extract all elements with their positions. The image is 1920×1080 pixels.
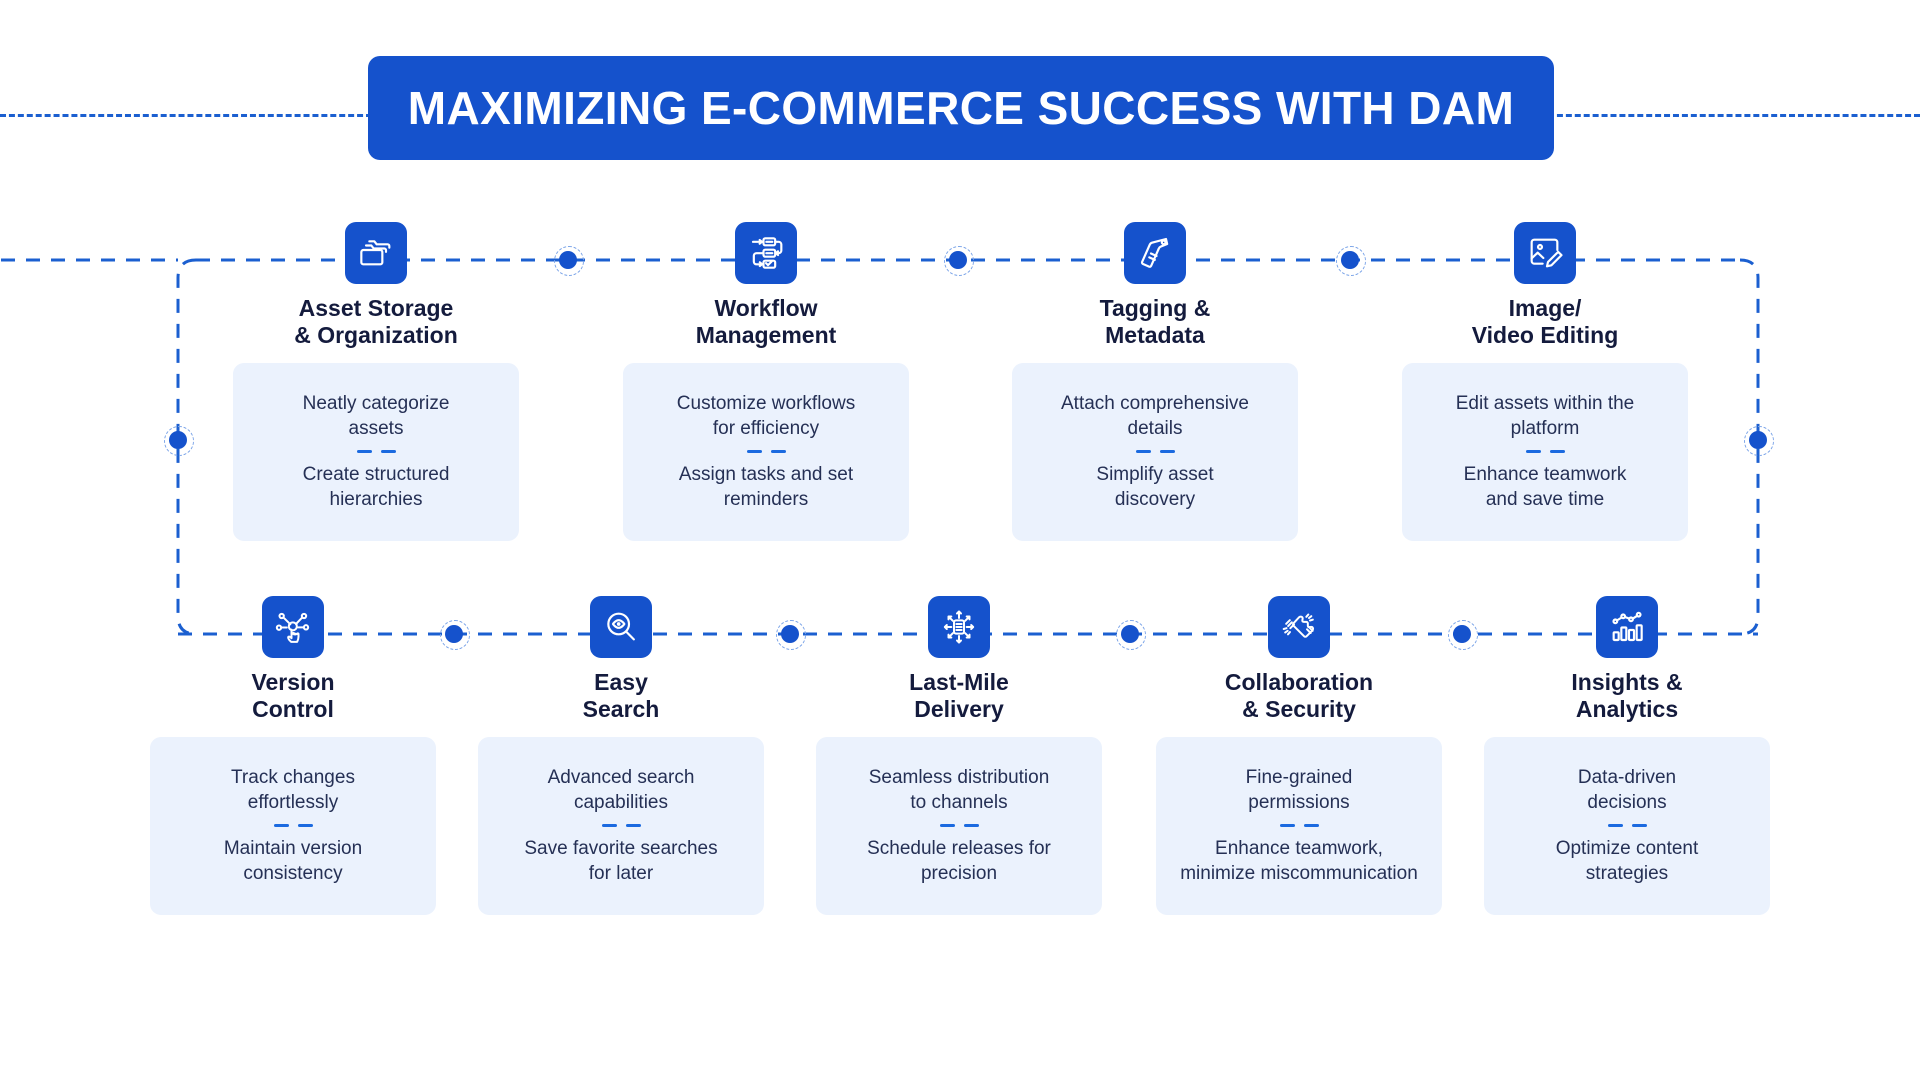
desc-top: Edit assets within the platform xyxy=(1455,393,1635,440)
desc-bottom: Enhance teamwork, minimize miscommunicat… xyxy=(1180,838,1418,885)
infographic-canvas: MAXIMIZING E-COMMERCE SUCCESS WITH DAM A… xyxy=(0,0,1920,1080)
page-title: MAXIMIZING E-COMMERCE SUCCESS WITH DAM xyxy=(407,82,1515,134)
page-title-banner: MAXIMIZING E-COMMERCE SUCCESS WITH DAM xyxy=(368,56,1554,160)
connector-dot-r1-1 xyxy=(554,246,584,276)
desc-divider xyxy=(273,824,313,828)
item-insights-analytics[interactable]: Insights & Analytics Data-driven decisio… xyxy=(1484,596,1770,915)
desc-divider xyxy=(356,450,396,454)
desc-bottom: Simplify asset discovery xyxy=(1096,464,1214,511)
desc-divider xyxy=(746,450,786,454)
desc-top: Fine-grained permissions xyxy=(1245,767,1353,814)
item-description-card: Track changes effortlessly Maintain vers… xyxy=(150,736,436,915)
desc-top: Customize workflows for efficiency xyxy=(676,393,856,440)
desc-top: Seamless distribution to channels xyxy=(868,767,1050,814)
desc-bottom: Enhance teamwork and save time xyxy=(1463,464,1627,511)
item-description-card: Edit assets within the platform Enhance … xyxy=(1402,362,1688,541)
desc-bottom: Schedule releases for precision xyxy=(867,838,1051,885)
desc-top: Advanced search capabilities xyxy=(547,767,695,814)
desc-divider xyxy=(1279,824,1319,828)
workflow-flowchart-icon xyxy=(735,222,797,284)
desc-divider xyxy=(939,824,979,828)
item-title: Asset Storage & Organization xyxy=(294,295,458,348)
connector-dot-r2-1 xyxy=(440,620,470,650)
item-description-card: Seamless distribution to channels Schedu… xyxy=(816,736,1102,915)
folder-stack-icon xyxy=(345,222,407,284)
item-last-mile-delivery[interactable]: Last-Mile Delivery Seamless distribution… xyxy=(816,596,1102,915)
connector-dot-right xyxy=(1744,426,1774,456)
item-easy-search[interactable]: Easy Search Advanced search capabilities… xyxy=(478,596,764,915)
item-title: Last-Mile Delivery xyxy=(909,669,1009,722)
puzzle-hands-icon xyxy=(1268,596,1330,658)
item-title: Collaboration & Security xyxy=(1224,669,1374,722)
item-title: Easy Search xyxy=(582,669,660,722)
item-description-card: Neatly categorize assets Create structur… xyxy=(233,362,519,541)
desc-divider xyxy=(1607,824,1647,828)
bar-chart-line-icon xyxy=(1596,596,1658,658)
item-version-control[interactable]: Version Control Track changes effortless… xyxy=(150,596,436,915)
image-pencil-edit-icon xyxy=(1514,222,1576,284)
item-title: Tagging & Metadata xyxy=(1099,295,1211,348)
desc-divider xyxy=(601,824,641,828)
item-description-card: Attach comprehensive details Simplify as… xyxy=(1012,362,1298,541)
item-image-video-editing[interactable]: Image/ Video Editing Edit assets within … xyxy=(1402,222,1688,541)
connector-dot-r2-4 xyxy=(1448,620,1478,650)
connector-dot-r2-2 xyxy=(776,620,806,650)
desc-bottom: Assign tasks and set reminders xyxy=(678,464,854,511)
item-asset-storage-organization[interactable]: Asset Storage & Organization Neatly cate… xyxy=(233,222,519,541)
desc-bottom: Save favorite searches for later xyxy=(524,838,718,885)
magnifier-eye-icon xyxy=(590,596,652,658)
item-collaboration-security[interactable]: Collaboration & Security Fine-grained pe… xyxy=(1156,596,1442,915)
document-distribute-arrows-icon xyxy=(928,596,990,658)
desc-divider xyxy=(1525,450,1565,454)
item-description-card: Customize workflows for efficiency Assig… xyxy=(623,362,909,541)
item-title: Version Control xyxy=(251,669,335,722)
item-title: Workflow Management xyxy=(695,295,837,348)
item-title: Insights & Analytics xyxy=(1571,669,1683,722)
network-hand-pointer-icon xyxy=(262,596,324,658)
desc-top: Neatly categorize assets xyxy=(302,393,450,440)
connector-dot-r1-3 xyxy=(1336,246,1366,276)
item-tagging-metadata[interactable]: Tagging & Metadata Attach comprehensive … xyxy=(1012,222,1298,541)
desc-top: Data-driven decisions xyxy=(1577,767,1677,814)
connector-dot-r2-3 xyxy=(1116,620,1146,650)
item-description-card: Fine-grained permissions Enhance teamwor… xyxy=(1156,736,1442,915)
connector-dot-left xyxy=(164,426,194,456)
desc-top: Track changes effortlessly xyxy=(231,767,355,814)
price-tag-icon xyxy=(1124,222,1186,284)
item-workflow-management[interactable]: Workflow Management Customize workflows … xyxy=(623,222,909,541)
desc-bottom: Create structured hierarchies xyxy=(302,464,450,511)
item-title: Image/ Video Editing xyxy=(1471,295,1619,348)
connector-dot-r1-2 xyxy=(944,246,974,276)
desc-bottom: Maintain version consistency xyxy=(223,838,363,885)
item-description-card: Advanced search capabilities Save favori… xyxy=(478,736,764,915)
desc-bottom: Optimize content strategies xyxy=(1555,838,1699,885)
desc-top: Attach comprehensive details xyxy=(1061,393,1249,440)
desc-divider xyxy=(1135,450,1175,454)
item-description-card: Data-driven decisions Optimize content s… xyxy=(1484,736,1770,915)
